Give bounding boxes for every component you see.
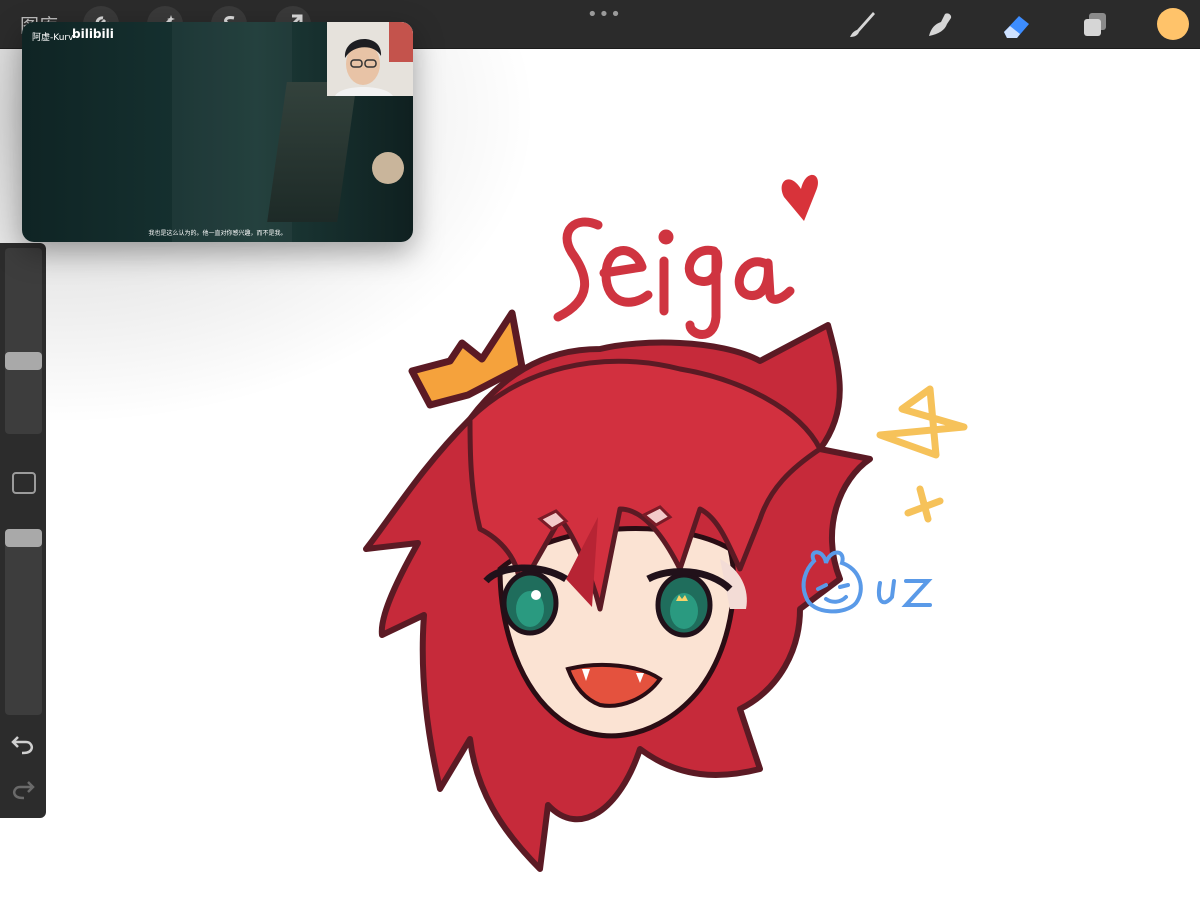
color-picker-swatch[interactable] [1157, 8, 1189, 40]
video-subtitle: 我也是这么认为的。他一直对你感兴趣，而不是我。 [148, 230, 287, 237]
pip-channel-name: 阿虚-Kurv [32, 33, 74, 43]
video-overlay[interactable]: 阿虚-Kurv bilibili 我也是这么认为的。他一直对你感兴趣，而不是我。 [22, 22, 413, 242]
video-scene-badge [372, 152, 404, 184]
heart-shape [781, 174, 819, 221]
modify-button[interactable] [12, 472, 36, 494]
bilibili-logo: bilibili [72, 27, 114, 41]
more-options-dots[interactable]: ••• [587, 4, 622, 25]
brush-size-thumb[interactable] [5, 352, 42, 371]
eraser-icon[interactable] [999, 6, 1035, 42]
opacity-thumb[interactable] [5, 529, 42, 547]
left-sidebar [0, 243, 46, 818]
undo-icon[interactable] [10, 731, 36, 761]
redo-icon[interactable] [10, 776, 36, 806]
webcam-feed [327, 22, 413, 96]
brush-size-slider[interactable] [5, 248, 42, 434]
smudge-icon[interactable] [921, 6, 957, 42]
opacity-slider[interactable] [5, 529, 42, 715]
layers-icon[interactable] [1078, 6, 1114, 42]
artwork-title-lettering [553, 217, 795, 339]
brush-icon[interactable] [843, 6, 879, 42]
star-doodles [876, 385, 968, 523]
